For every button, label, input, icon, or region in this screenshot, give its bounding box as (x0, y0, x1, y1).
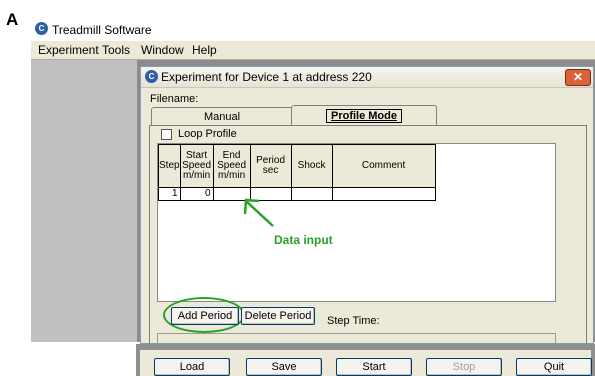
add-period-button[interactable]: Add Period (171, 307, 239, 325)
start-button[interactable]: Start (336, 358, 412, 376)
cell-start-speed[interactable]: 0 (179, 187, 214, 201)
app-titlebar: C Treadmill Software (31, 18, 595, 41)
button-bar-panel: Load Save Start Stop Quit (140, 350, 592, 376)
table-row: 1 0 (158, 187, 436, 201)
menu-help[interactable]: Help (192, 43, 217, 57)
dialog-titlebar[interactable]: C Experiment for Device 1 at address 220… (141, 67, 593, 88)
cell-shock[interactable] (290, 187, 333, 201)
button-bar: Load Save Start Stop Quit (136, 344, 595, 376)
dialog-logo-icon: C (145, 70, 158, 83)
delete-period-button[interactable]: Delete Period (241, 307, 315, 325)
tab-profile-mode[interactable]: Profile Mode (291, 105, 437, 126)
step-time-label: Step Time: (327, 315, 380, 327)
loop-profile-label: Loop Profile (178, 128, 237, 140)
data-input-annotation: Data input (274, 233, 333, 247)
load-button[interactable]: Load (154, 358, 230, 376)
menubar: Experiment Tools Window Help (31, 41, 595, 60)
step-time-panel (157, 333, 556, 344)
column-header-period: Period sec (249, 144, 292, 188)
tab-manual[interactable]: Manual (151, 107, 293, 126)
filename-label: Filename: (150, 93, 199, 105)
app-logo-icon: C (35, 22, 48, 35)
tab-profile-mode-label: Profile Mode (325, 109, 402, 123)
close-icon[interactable]: ✕ (565, 69, 591, 86)
arrow-icon (243, 198, 274, 227)
save-button[interactable]: Save (246, 358, 322, 376)
table-header-row: Step Start Speed m/min End Speed m/min P… (158, 144, 436, 188)
stop-button[interactable]: Stop (426, 358, 502, 376)
panel-label: A (6, 10, 19, 29)
cell-comment[interactable] (331, 187, 436, 201)
profile-grid: Step Start Speed m/min End Speed m/min P… (157, 143, 556, 302)
profile-table: Step Start Speed m/min End Speed m/min P… (158, 144, 436, 201)
column-header-shock: Shock (290, 144, 333, 188)
menu-experiment[interactable]: Experiment (38, 43, 99, 57)
column-header-step: Step (158, 144, 181, 188)
experiment-dialog: C Experiment for Device 1 at address 220… (140, 66, 594, 344)
column-header-end-speed: End Speed m/min (212, 144, 251, 188)
side-pane (31, 60, 137, 342)
dialog-title: Experiment for Device 1 at address 220 (161, 70, 372, 84)
menu-tools[interactable]: Tools (102, 43, 130, 57)
quit-button[interactable]: Quit (516, 358, 592, 376)
column-header-comment: Comment (331, 144, 436, 188)
cell-step: 1 (158, 187, 181, 201)
loop-profile-checkbox[interactable] (161, 129, 172, 140)
column-header-start-speed: Start Speed m/min (179, 144, 214, 188)
menu-window[interactable]: Window (141, 43, 184, 57)
app-title: Treadmill Software (52, 23, 152, 37)
